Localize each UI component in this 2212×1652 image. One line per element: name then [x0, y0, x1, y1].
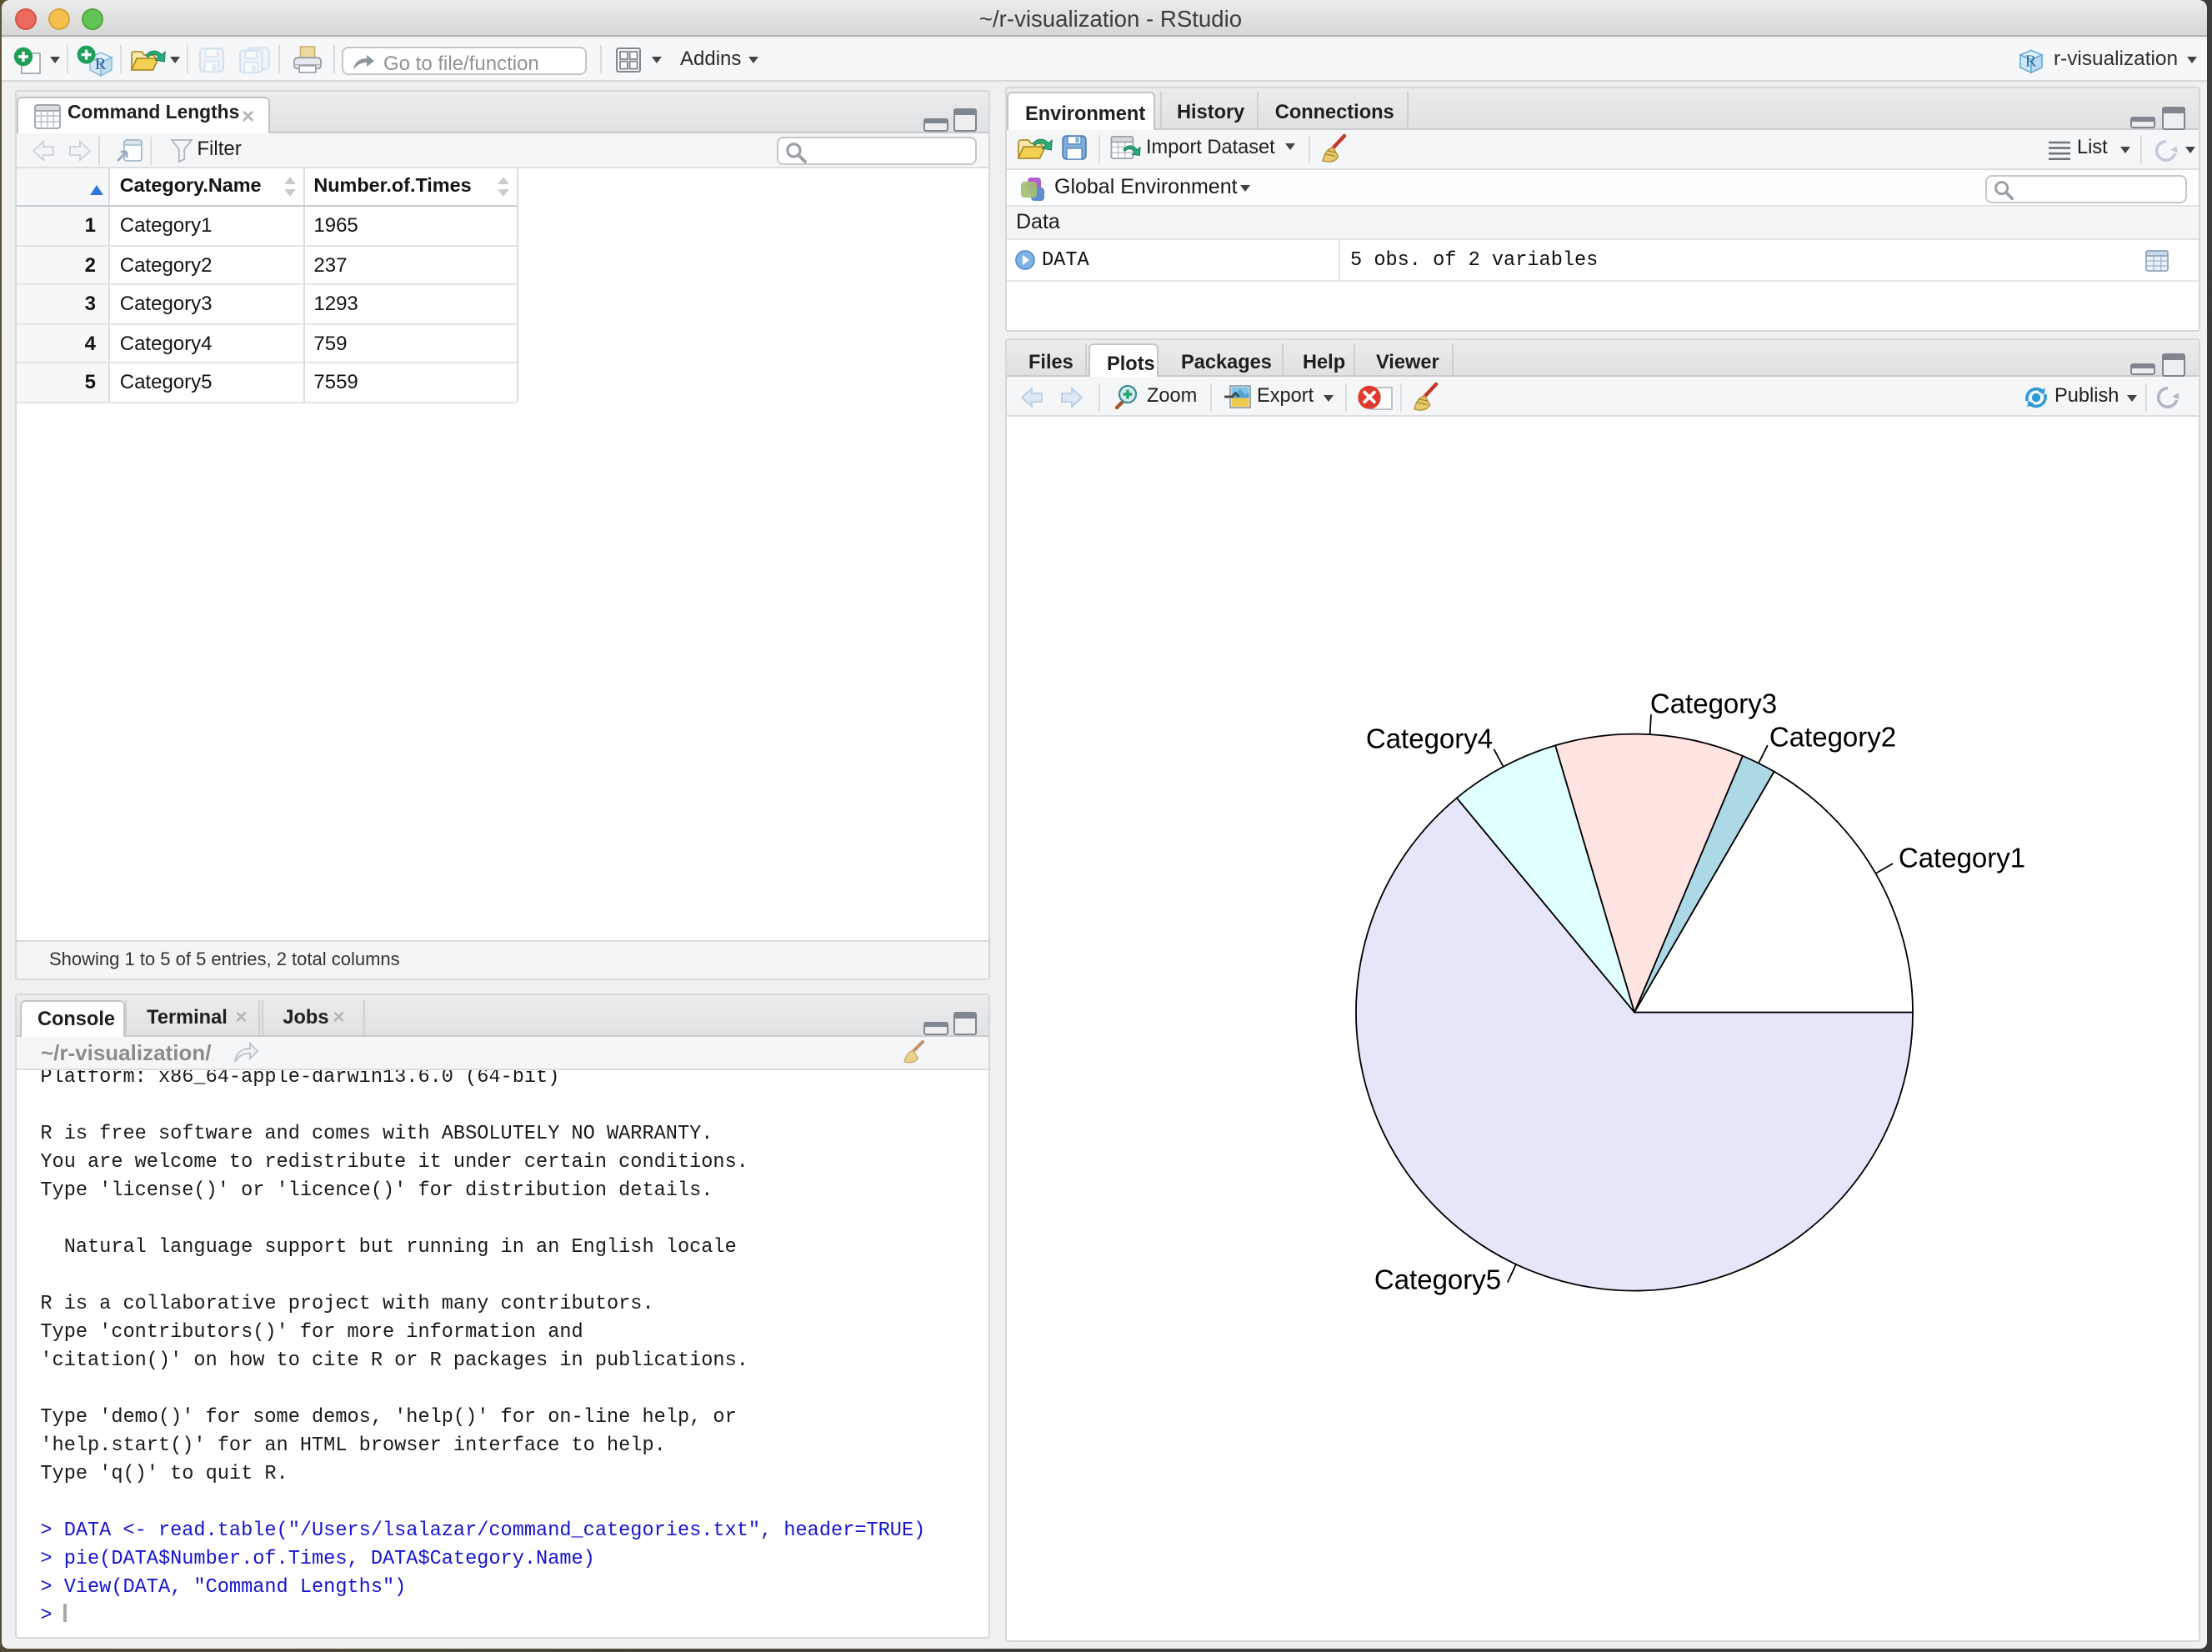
svg-text:Category4: Category4 — [1366, 723, 1493, 753]
svg-text:Category5: Category5 — [1374, 1264, 1501, 1294]
svg-text:R: R — [2025, 52, 2037, 70]
svg-text:R: R — [95, 55, 107, 73]
svg-text:Category3: Category3 — [1650, 688, 1777, 718]
svg-text:Category1: Category1 — [1899, 842, 2025, 873]
svg-text:Category2: Category2 — [1769, 721, 1896, 752]
